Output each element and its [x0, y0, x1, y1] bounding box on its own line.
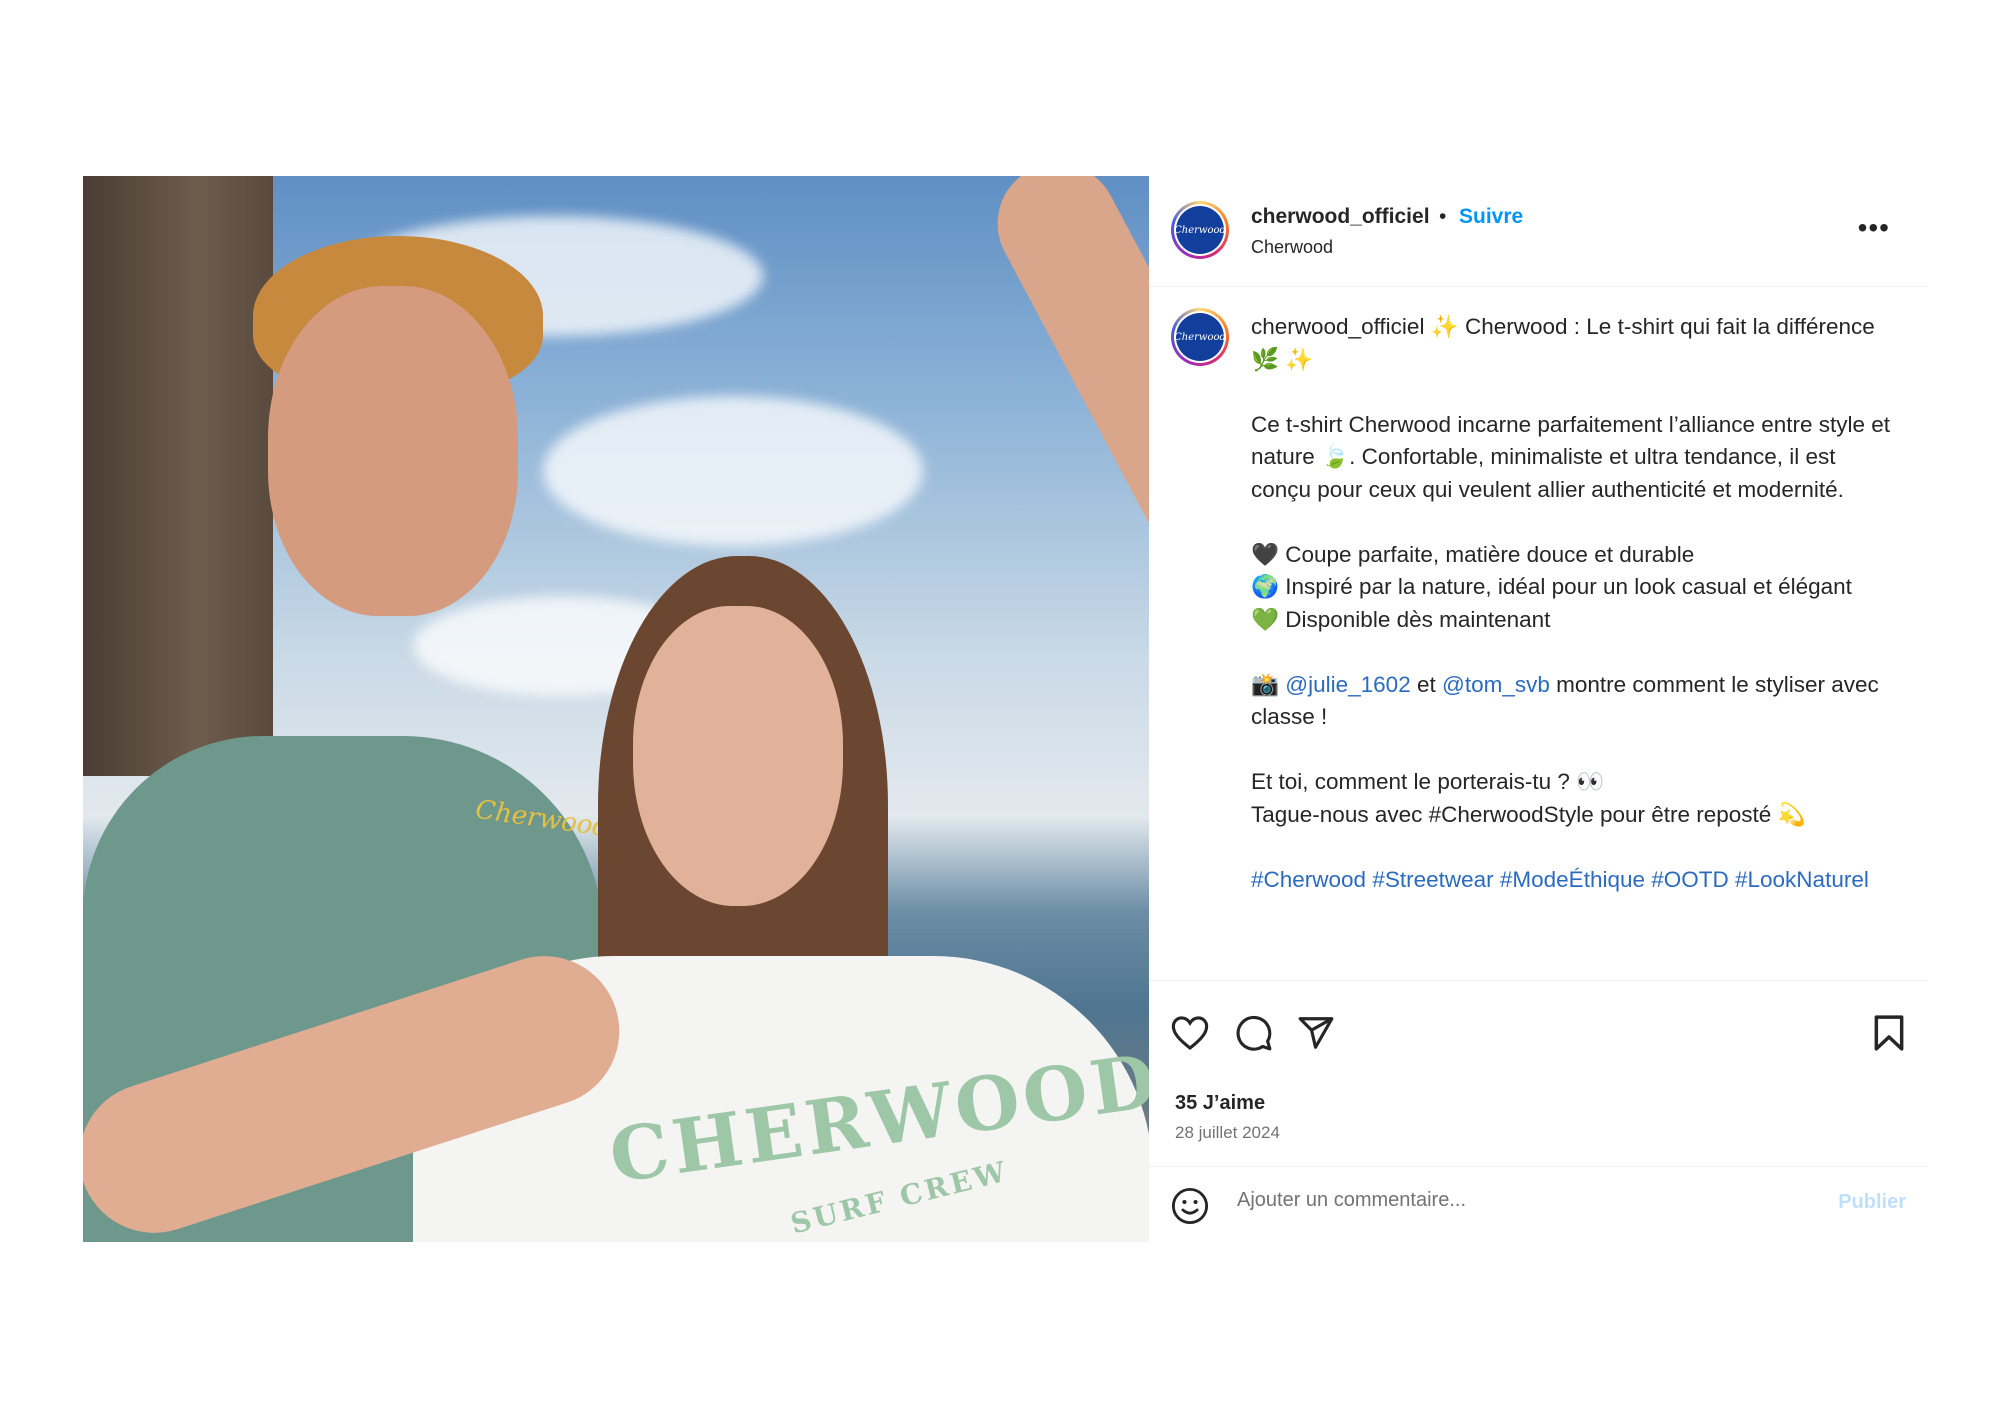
- stone-wall: [83, 176, 273, 776]
- caption-bullet: 🌍 Inspiré par la nature, idéal pour un l…: [1251, 574, 1852, 599]
- post-date[interactable]: 28 juillet 2024: [1175, 1123, 1280, 1143]
- post-photo[interactable]: Cherwood CHERWOOD SURF CREW: [83, 176, 1149, 1242]
- follow-button[interactable]: Suivre: [1459, 205, 1523, 229]
- caption-description: Ce t-shirt Cherwood incarne parfaitement…: [1251, 411, 1891, 502]
- post-header: Cherwood cherwood_officiel • Suivre Cher…: [1149, 176, 1928, 287]
- avatar-logo: Cherwood: [1174, 206, 1226, 254]
- comment-icon[interactable]: [1235, 1014, 1273, 1052]
- post-caption: cherwood_officiel ✨ Cherwood : Le t-shir…: [1251, 311, 1891, 896]
- hashtags[interactable]: #Cherwood #Streetwear #ModeÉthique #OOTD…: [1251, 864, 1891, 897]
- caption-tag-line: Tague-nous avec #CherwoodStyle pour être…: [1251, 801, 1806, 827]
- caption-username[interactable]: cherwood_officiel: [1251, 314, 1424, 339]
- separator-dot: •: [1439, 205, 1447, 228]
- more-options-icon[interactable]: •••: [1858, 212, 1890, 244]
- mention-link[interactable]: @julie_1602: [1285, 672, 1410, 697]
- raised-hand: [976, 176, 1149, 570]
- smiley-icon[interactable]: [1171, 1187, 1209, 1225]
- action-bar: [1149, 1002, 1928, 1062]
- man-face: [268, 286, 518, 616]
- bookmark-icon[interactable]: [1872, 1014, 1906, 1052]
- share-icon[interactable]: [1297, 1014, 1335, 1052]
- heart-icon[interactable]: [1171, 1015, 1209, 1051]
- caption-bullet: 🖤 Coupe parfaite, matière douce et durab…: [1251, 541, 1695, 567]
- caption-question: Et toi, comment le porterais-tu ? 👀: [1251, 769, 1605, 794]
- caption-bullet: 💚 Disponible dès maintenant: [1251, 606, 1551, 632]
- profile-avatar[interactable]: Cherwood: [1171, 201, 1229, 259]
- woman-face: [633, 606, 843, 906]
- caption-text: et: [1416, 671, 1436, 697]
- instagram-post: Cherwood CHERWOOD SURF CREW Cherwood che…: [83, 176, 1928, 1242]
- like-count[interactable]: 35 J’aime: [1175, 1092, 1265, 1115]
- post-location[interactable]: Cherwood: [1251, 237, 1333, 258]
- caption-avatar[interactable]: Cherwood: [1171, 308, 1229, 366]
- comment-input[interactable]: [1237, 1189, 1797, 1212]
- cloud: [543, 396, 923, 546]
- avatar-logo: Cherwood: [1174, 313, 1226, 361]
- post-side-panel: Cherwood cherwood_officiel • Suivre Cher…: [1149, 176, 1928, 1242]
- mention-link[interactable]: @tom_svb: [1442, 672, 1550, 697]
- username-link[interactable]: cherwood_officiel: [1251, 205, 1430, 229]
- caption-section: Cherwood cherwood_officiel ✨ Cherwood : …: [1149, 286, 1928, 981]
- comment-bar: Publier: [1149, 1166, 1928, 1243]
- camera-emoji: 📸: [1251, 671, 1280, 697]
- publish-button[interactable]: Publier: [1838, 1191, 1906, 1214]
